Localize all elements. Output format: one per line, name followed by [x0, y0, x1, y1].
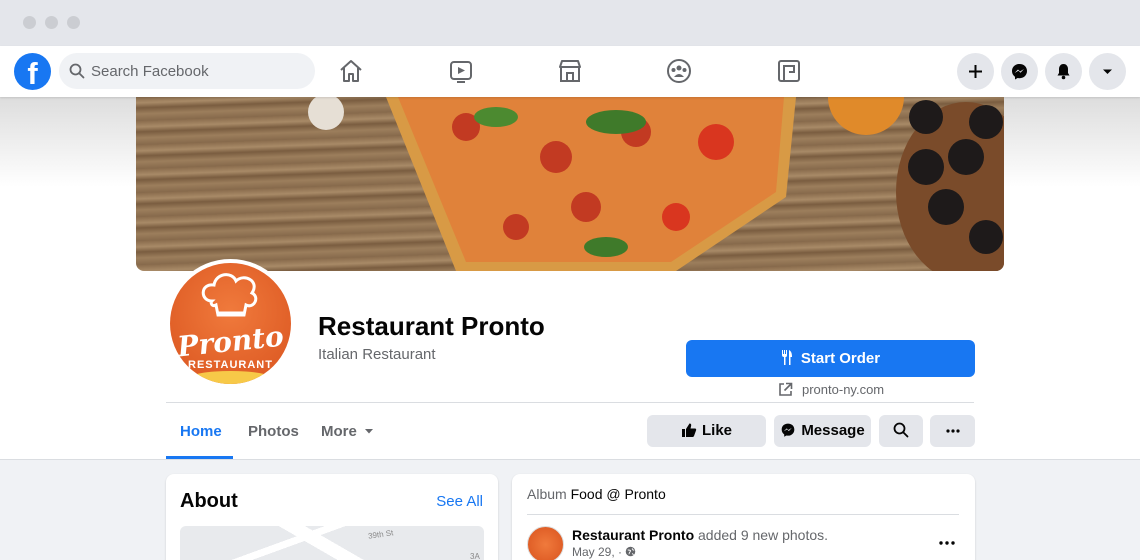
ellipsis-icon — [939, 541, 955, 545]
like-label: Like — [701, 422, 732, 439]
tab-photos[interactable]: Photos — [248, 423, 299, 440]
utensils-icon — [781, 350, 792, 365]
groups-icon[interactable] — [666, 58, 692, 84]
about-card: About See All 39th St 3A — [166, 474, 498, 560]
album-header: Album Food @ Pronto — [527, 486, 666, 502]
window-maximize-dot[interactable] — [67, 16, 80, 29]
messenger-icon — [781, 423, 795, 437]
cover-photo-pizza-art — [308, 97, 1004, 271]
caret-down-icon — [1103, 69, 1112, 74]
header-divider — [166, 402, 974, 403]
window-minimize-dot[interactable] — [45, 16, 58, 29]
facebook-logo-icon[interactable]: f — [14, 53, 51, 91]
profile-picture[interactable]: Pronto RESTAURANT — [170, 263, 291, 384]
gaming-icon[interactable] — [776, 58, 802, 84]
notifications-bell-icon — [1057, 64, 1070, 80]
post-card: Album Food @ Pronto Restaurant Pronto ad… — [512, 474, 975, 560]
album-prefix: Album — [527, 486, 567, 502]
post-author-avatar[interactable] — [527, 526, 564, 560]
album-name[interactable]: Food @ Pronto — [571, 486, 666, 502]
post-action-text: added 9 new photos. — [698, 527, 829, 543]
post-date-text: May 29, · — [572, 545, 623, 559]
page-search-button[interactable] — [879, 415, 923, 447]
globe-icon — [626, 546, 636, 557]
caret-down-icon — [365, 429, 374, 434]
website-url: pronto-ny.com — [802, 382, 885, 397]
window-close-dot[interactable] — [23, 16, 36, 29]
cover-photo[interactable] — [136, 97, 1004, 271]
search-box[interactable] — [59, 53, 315, 89]
start-order-label: Start Order — [800, 350, 881, 367]
map-street-label: 39th St — [367, 528, 394, 541]
post-author-name[interactable]: Restaurant Pronto — [572, 527, 694, 543]
create-button[interactable] — [957, 53, 994, 90]
start-order-button[interactable]: Start Order — [686, 340, 975, 377]
external-link-icon — [779, 382, 793, 396]
tab-more[interactable]: More — [321, 423, 374, 440]
post-date[interactable]: May 29, · — [572, 545, 636, 559]
home-icon[interactable] — [338, 58, 364, 84]
page-category: Italian Restaurant — [318, 346, 436, 363]
header-bottom-border — [0, 459, 1140, 460]
marketplace-icon[interactable] — [557, 58, 583, 84]
about-title: About — [180, 490, 238, 512]
map-avenue-label: 3A — [470, 552, 480, 560]
search-icon — [893, 422, 909, 438]
avatar-logo-subtext: RESTAURANT — [188, 359, 273, 371]
page-title: Restaurant Pronto — [318, 311, 545, 341]
tab-more-label: More — [321, 423, 357, 440]
search-icon — [69, 63, 85, 79]
location-map[interactable]: 39th St 3A — [180, 526, 484, 560]
search-input[interactable] — [91, 53, 301, 89]
messenger-button[interactable] — [1001, 53, 1038, 90]
browser-chrome — [0, 0, 1140, 46]
account-menu-button[interactable] — [1089, 53, 1126, 90]
plus-icon — [969, 65, 982, 78]
message-label: Message — [801, 422, 865, 439]
ellipsis-icon — [945, 429, 960, 433]
facebook-top-bar: f — [0, 46, 1140, 97]
website-link[interactable]: pronto-ny.com — [778, 382, 884, 397]
watch-icon[interactable] — [448, 58, 474, 84]
thumbs-up-icon — [681, 423, 697, 437]
avatar-yellow-swoosh — [190, 371, 271, 384]
tab-home[interactable]: Home — [180, 423, 222, 440]
more-options-button[interactable] — [930, 415, 975, 447]
messenger-icon — [1012, 64, 1027, 80]
post-divider — [527, 514, 959, 515]
post-options-button[interactable] — [939, 529, 955, 550]
see-all-link[interactable]: See All — [436, 493, 483, 510]
message-button[interactable]: Message — [774, 415, 871, 447]
like-button[interactable]: Like — [647, 415, 766, 447]
post-author-line: Restaurant Pronto added 9 new photos. — [572, 527, 828, 543]
notifications-button[interactable] — [1045, 53, 1082, 90]
